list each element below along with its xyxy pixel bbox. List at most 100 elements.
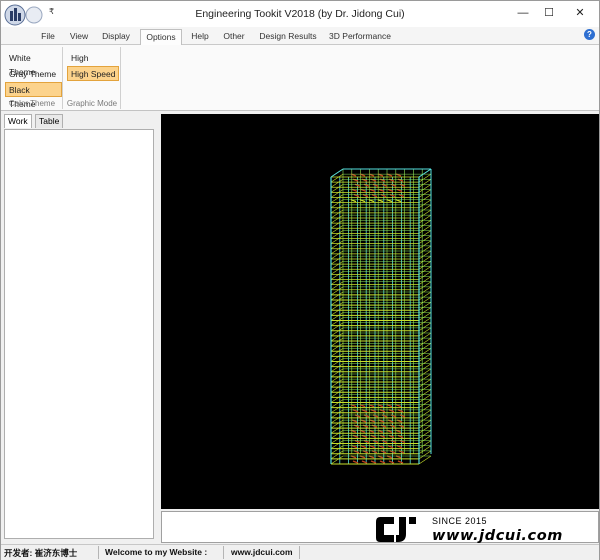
model-floor	[330, 450, 344, 460]
tab-3d-performance[interactable]: 3D Performance	[326, 29, 394, 45]
model-floor	[418, 384, 432, 393]
model-floor	[330, 332, 344, 342]
model-floor	[330, 230, 344, 239]
model-floor	[330, 430, 344, 439]
model-floor	[330, 378, 344, 388]
high-speed-button[interactable]: High Speed	[67, 66, 120, 81]
tab-help[interactable]: Help	[186, 29, 214, 45]
model-floor	[330, 250, 344, 260]
model-floor	[418, 343, 432, 352]
model-floor	[418, 214, 432, 224]
model-floor	[418, 230, 432, 239]
status-bar: 开发者: 崔济东博士 Welcome to my Website : www.j…	[1, 544, 599, 560]
model-floor	[418, 179, 432, 188]
model-floor	[418, 389, 432, 398]
model-floor	[418, 261, 432, 270]
close-icon[interactable]: ✕	[563, 4, 597, 22]
tab-file[interactable]: File	[35, 29, 61, 45]
model-floor	[418, 296, 432, 306]
status-separator	[98, 546, 99, 559]
tab-work[interactable]: Work	[4, 114, 32, 128]
model-floor	[418, 220, 432, 229]
model-floor	[418, 209, 432, 219]
model-floor	[418, 337, 432, 347]
model-floor	[330, 348, 344, 357]
model-floor	[418, 281, 432, 290]
high-quality-button[interactable]: High Quality	[67, 50, 120, 77]
model-floor	[330, 414, 344, 424]
tab-table[interactable]: Table	[35, 114, 64, 128]
model-floor	[418, 307, 432, 316]
tab-options[interactable]: Options	[140, 29, 182, 45]
model-floor	[330, 394, 344, 403]
model-floor	[330, 358, 344, 367]
ribbon: White Theme Gray Theme Black Theme Color…	[1, 45, 599, 111]
model-floor	[418, 312, 432, 321]
model-floor	[418, 358, 432, 367]
left-panel: Work Table	[2, 113, 158, 543]
website-link[interactable]: www.jdcui.com	[231, 547, 293, 557]
gray-theme-button[interactable]: Gray Theme	[5, 66, 60, 81]
model-floor	[418, 194, 432, 203]
model-floor	[330, 399, 344, 408]
model-floor	[330, 214, 344, 224]
model-floor	[330, 245, 344, 255]
model-floor	[330, 255, 344, 265]
model-floor	[330, 419, 344, 429]
model-floor	[418, 353, 432, 362]
model-floor	[330, 435, 344, 444]
model-floor	[330, 368, 344, 378]
model-floor	[418, 332, 432, 342]
tab-display[interactable]: Display	[98, 29, 134, 45]
model-floor	[330, 363, 344, 372]
model-floor	[330, 296, 344, 306]
model-floor	[418, 322, 432, 331]
model-floor	[330, 235, 344, 244]
model-floor	[330, 240, 344, 249]
model-floor	[418, 184, 432, 193]
model-floor	[330, 337, 344, 347]
model-floor	[418, 276, 432, 285]
model-floor	[330, 220, 344, 229]
model-floor	[418, 455, 432, 465]
model-floor	[330, 389, 344, 398]
model-floor	[418, 394, 432, 403]
model-floor	[418, 240, 432, 249]
color-theme-caption: Color Theme	[8, 99, 56, 108]
tab-design-results[interactable]: Design Results	[256, 29, 320, 45]
model-floor	[418, 404, 432, 413]
app-window: ₹ Engineering Tookit V2018 (by Dr. Jidon…	[0, 0, 600, 560]
graphic-mode-caption: Graphic Mode	[66, 99, 118, 108]
tab-view[interactable]: View	[65, 29, 93, 45]
model-floor	[418, 368, 432, 378]
white-theme-button[interactable]: White Theme	[5, 50, 62, 77]
model-floor	[418, 363, 432, 372]
model-floor	[330, 194, 344, 203]
model-floor	[330, 225, 344, 234]
status-separator	[299, 546, 300, 559]
work-tree-panel[interactable]	[4, 129, 154, 539]
model-hot-zone	[379, 460, 386, 464]
3d-viewport[interactable]	[161, 114, 599, 509]
model-floor	[330, 199, 344, 208]
model-floor	[418, 255, 432, 265]
model-floor	[418, 291, 432, 301]
model-floor	[418, 225, 432, 234]
developer-label: 开发者: 崔济东博士	[4, 548, 78, 558]
maximize-icon[interactable]: ☐	[532, 4, 566, 22]
model-floor	[330, 184, 344, 193]
model-floor	[418, 348, 432, 357]
model-floor	[330, 327, 344, 337]
graphic-mode-group: High Quality High Speed Graphic Mode	[64, 47, 121, 109]
black-theme-button[interactable]: Black Theme	[5, 82, 62, 109]
model-floor	[330, 307, 344, 316]
model-floor	[418, 302, 432, 311]
help-icon[interactable]: ?	[584, 29, 595, 40]
tab-other[interactable]: Other	[219, 29, 249, 45]
model-hot-zone	[397, 460, 404, 464]
model-floor	[330, 373, 344, 383]
building-model[interactable]	[161, 114, 599, 509]
color-theme-group: White Theme Gray Theme Black Theme Color…	[2, 47, 63, 109]
model-floor	[418, 199, 432, 208]
model-floor	[418, 419, 432, 429]
